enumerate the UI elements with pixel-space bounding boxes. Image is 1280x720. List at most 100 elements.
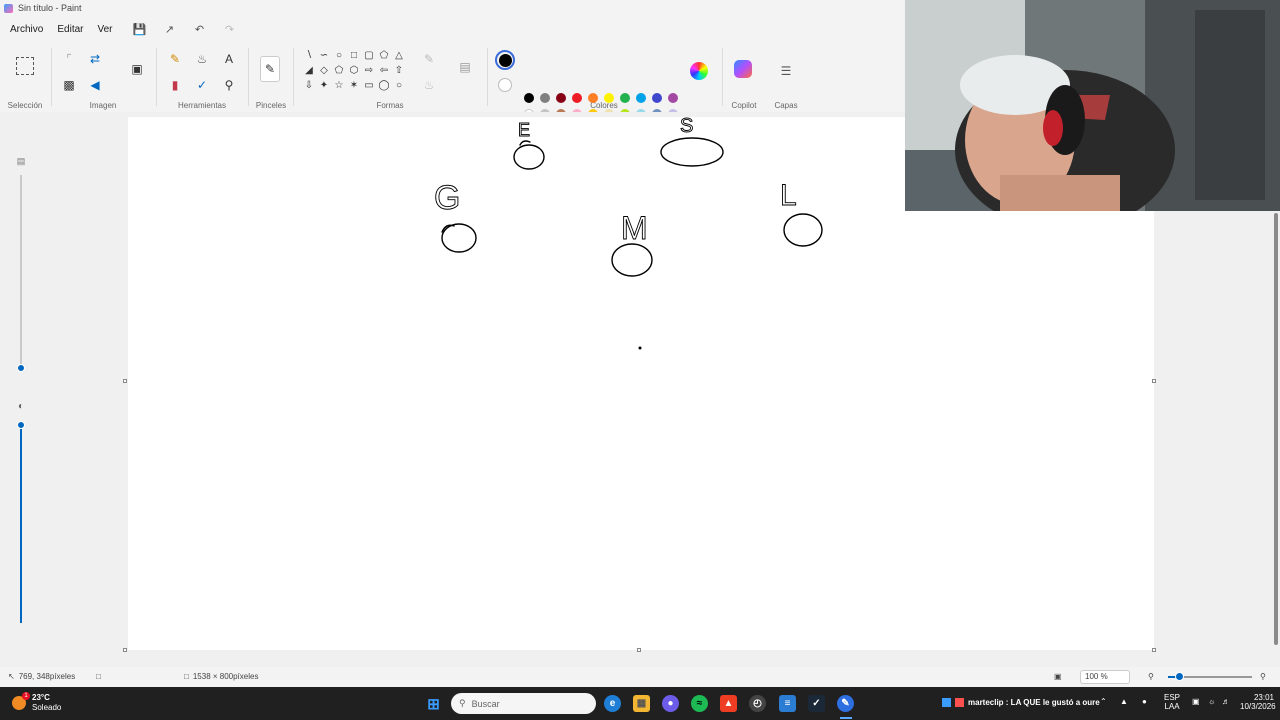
pentagon-shape-icon[interactable]: ⬠ [332, 63, 346, 77]
rounded-rectangle-shape-icon[interactable]: ▢ [362, 48, 376, 62]
canvas-resize-handle-left[interactable] [123, 379, 127, 383]
star5-shape-icon[interactable]: ☆ [332, 78, 346, 92]
canvas-resize-handle-bottom-left[interactable] [123, 648, 127, 652]
pencil-icon[interactable]: ✎ [166, 50, 184, 68]
share-icon[interactable]: ↗ [161, 20, 179, 38]
canvas-resize-handle-bottom-right[interactable] [1152, 648, 1156, 652]
microphone-icon[interactable]: ● [1142, 697, 1147, 706]
rotate-icon[interactable]: ◀ [86, 76, 104, 94]
group-seleccion: Selección [0, 42, 50, 112]
outline-icon[interactable]: ✎ [420, 50, 438, 68]
steam-icon[interactable]: ✓ [808, 695, 825, 712]
callout-oval-shape-icon[interactable]: ◯ [377, 78, 391, 92]
crop-icon[interactable]: ⌜ [60, 50, 78, 68]
save-icon[interactable]: 💾 [131, 20, 149, 38]
file-explorer-icon[interactable]: ▦ [633, 695, 650, 712]
fit-window-icon[interactable]: ▣ [1054, 672, 1062, 681]
diamond-shape-icon[interactable]: ◇ [317, 63, 331, 77]
volume-icon[interactable]: ♬ [1222, 697, 1230, 706]
background-remove-icon[interactable]: ▩ [60, 76, 78, 94]
menu-ver[interactable]: Ver [91, 21, 118, 38]
brave-icon[interactable]: ▲ [720, 695, 737, 712]
canvas-resize-handle-right[interactable] [1152, 379, 1156, 383]
curve-shape-icon[interactable]: ∽ [317, 48, 331, 62]
oval-shape-icon[interactable]: ○ [332, 48, 346, 62]
triangle-shape-icon[interactable]: △ [392, 48, 406, 62]
canvas-resize-handle-bottom[interactable] [637, 648, 641, 652]
weather-widget[interactable]: 1 23°C Soleado [12, 692, 61, 713]
arrow-left-shape-icon[interactable]: ⇦ [377, 63, 391, 77]
color-swatch[interactable] [652, 93, 662, 103]
menu-editar[interactable]: Editar [51, 21, 89, 38]
color-swatch[interactable] [668, 93, 678, 103]
zoom-select[interactable]: 100 % [1080, 670, 1130, 684]
color-swatch[interactable] [524, 93, 534, 103]
layers-icon[interactable]: ☰ [777, 62, 795, 80]
brush-size-knob[interactable] [17, 364, 25, 372]
notification-ticker[interactable]: marteclip : LA QUE le gustó a oure [942, 698, 1100, 707]
arrow-up-shape-icon[interactable]: ⇧ [392, 63, 406, 77]
color-swatch[interactable] [604, 93, 614, 103]
color-picker-icon[interactable]: ✓ [193, 76, 211, 94]
vertical-scrollbar[interactable] [1274, 213, 1278, 645]
callout-rect-shape-icon[interactable]: ▭ [362, 78, 376, 92]
brush-size-track[interactable] [20, 175, 22, 367]
color-swatch[interactable] [588, 93, 598, 103]
clock[interactable]: 23:01 10/3/2026 [1240, 693, 1276, 711]
star6-shape-icon[interactable]: ✶ [347, 78, 361, 92]
windows-start-icon[interactable]: ⊞ [425, 695, 442, 713]
image-select-icon[interactable]: ▣ [128, 60, 146, 78]
opacity-knob[interactable] [17, 421, 25, 429]
taskbar-search[interactable]: ⚲ Buscar [451, 693, 596, 714]
opacity-slider[interactable] [20, 425, 22, 623]
polygon-shape-icon[interactable]: ⬠ [377, 48, 391, 62]
sketch-circle-m [611, 243, 653, 277]
zoom-in-icon[interactable]: ⚲ [1260, 672, 1266, 681]
paint-taskbar-icon[interactable]: ✎ [837, 695, 854, 712]
display-icon[interactable]: ▣ [1192, 697, 1200, 706]
zoom-out-icon[interactable]: ⚲ [1148, 672, 1154, 681]
edit-colors-icon[interactable] [690, 62, 708, 80]
arrow-down-shape-icon[interactable]: ⇩ [302, 78, 316, 92]
discord-icon[interactable]: ● [662, 695, 679, 712]
eraser-icon[interactable]: ▮ [166, 76, 184, 94]
active-color-2[interactable] [498, 78, 512, 92]
tray-app-icon[interactable]: ▲ [1120, 697, 1128, 706]
color-swatch[interactable] [636, 93, 646, 103]
right-triangle-shape-icon[interactable]: ◢ [302, 63, 316, 77]
arrow-right-shape-icon[interactable]: ⇨ [362, 63, 376, 77]
menu-archivo[interactable]: Archivo [4, 21, 49, 38]
color-swatch[interactable] [620, 93, 630, 103]
zoom-slider-knob[interactable] [1175, 672, 1184, 681]
shape-fill-icon[interactable]: ♨ [420, 76, 438, 94]
hexagon-shape-icon[interactable]: ⬡ [347, 63, 361, 77]
text-icon[interactable]: A [220, 50, 238, 68]
select-rectangle-icon[interactable] [16, 57, 34, 75]
redo-icon[interactable]: ↷ [221, 20, 239, 38]
network-icon[interactable]: ☼ [1208, 697, 1215, 706]
active-color-1[interactable] [495, 50, 515, 70]
clock-app-icon[interactable]: ◴ [749, 695, 766, 712]
copilot-icon[interactable] [734, 60, 752, 78]
spotify-icon[interactable]: ≈ [691, 695, 708, 712]
color-swatch[interactable] [572, 93, 582, 103]
star4-shape-icon[interactable]: ✦ [317, 78, 331, 92]
notepad-icon[interactable]: ≡ [779, 695, 796, 712]
menu-bar: Archivo Editar Ver 💾 ↗ ↶ ↷ [0, 18, 239, 40]
line-shape-icon[interactable]: ∖ [302, 48, 316, 62]
color-swatch[interactable] [556, 93, 566, 103]
magnifier-icon[interactable]: ⚲ [220, 76, 238, 94]
shape-style-icon[interactable]: ▤ [456, 58, 474, 76]
brush-icon[interactable]: ✎ [260, 56, 280, 82]
fill-icon[interactable]: ♨ [193, 50, 211, 68]
shapes-gallery[interactable]: ∖ ∽ ○ □ ▢ ⬠ △ ◢ ◇ ⬠ ⬡ ⇨ ⇦ ⇧ ⇩ ✦ ☆ ✶ ▭ ◯ … [302, 48, 406, 92]
resize-icon[interactable]: ⇄ [86, 50, 104, 68]
color-swatch[interactable] [540, 93, 550, 103]
edge-icon[interactable]: e [604, 695, 621, 712]
sketch-circle-l [783, 213, 823, 247]
rectangle-shape-icon[interactable]: □ [347, 48, 361, 62]
undo-icon[interactable]: ↶ [191, 20, 209, 38]
tray-chevron-icon[interactable]: ⌃ [1100, 697, 1107, 706]
language-indicator[interactable]: ESP LAA [1164, 693, 1180, 711]
callout-cloud-shape-icon[interactable]: ○ [392, 78, 406, 92]
